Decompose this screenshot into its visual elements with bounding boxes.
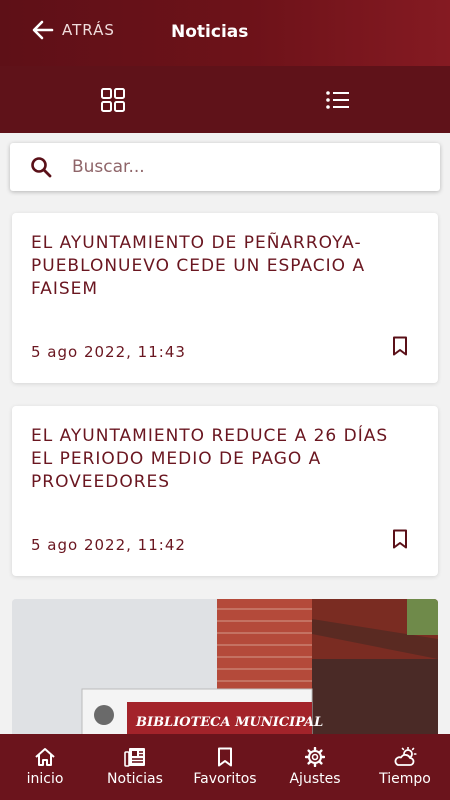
app-header: ATRÁS Noticias — [0, 0, 450, 66]
gear-icon — [305, 747, 325, 767]
search-icon — [30, 156, 52, 178]
weather-icon — [394, 747, 417, 766]
bottom-navigation: inicio Noticias Favoritos Ajustes Tiempo — [0, 734, 450, 800]
grid-icon — [100, 87, 125, 112]
list-icon — [325, 90, 349, 109]
back-label: ATRÁS — [62, 21, 115, 39]
news-title: EL AYUNTAMIENTO DE PEÑARROYA-PUEBLONUEVO… — [31, 233, 366, 299]
arrow-left-icon — [32, 20, 54, 40]
nav-label: Favoritos — [193, 771, 257, 787]
news-card-image[interactable]: BIBLIOTECA MUNICIPAL — [12, 599, 438, 739]
nav-label: inicio — [26, 771, 64, 787]
nav-item-ajustes[interactable]: Ajustes — [274, 747, 356, 787]
nav-item-tiempo[interactable]: Tiempo — [364, 747, 446, 787]
search-bar — [10, 143, 440, 191]
search-input[interactable] — [72, 157, 402, 177]
list-view-button[interactable] — [225, 66, 450, 133]
view-toggle-bar — [0, 66, 450, 133]
bookmark-icon[interactable] — [392, 529, 408, 553]
news-title: EL AYUNTAMIENTO REDUCE A 26 DÍAS EL PERI… — [31, 426, 389, 492]
nav-item-inicio[interactable]: inicio — [4, 747, 86, 787]
news-card[interactable]: EL AYUNTAMIENTO DE PEÑARROYA-PUEBLONUEVO… — [12, 213, 438, 383]
page-title: Noticias — [171, 22, 249, 42]
nav-item-favoritos[interactable]: Favoritos — [184, 747, 266, 787]
news-date: 5 ago 2022, 11:43 — [31, 343, 186, 361]
bookmark-icon[interactable] — [392, 336, 408, 360]
nav-label: Ajustes — [289, 771, 341, 787]
bookmark-icon — [218, 747, 232, 767]
nav-label: Noticias — [107, 771, 163, 787]
grid-view-button[interactable] — [0, 66, 225, 133]
back-button[interactable]: ATRÁS — [32, 20, 115, 40]
home-icon — [35, 748, 55, 766]
news-card[interactable]: EL AYUNTAMIENTO REDUCE A 26 DÍAS EL PERI… — [12, 406, 438, 576]
sign-text: BIBLIOTECA MUNICIPAL — [135, 715, 323, 730]
nav-item-noticias[interactable]: Noticias — [94, 747, 176, 787]
nav-label: Tiempo — [379, 771, 431, 787]
news-photo: BIBLIOTECA MUNICIPAL — [12, 599, 438, 739]
newspaper-icon — [124, 748, 145, 767]
news-date: 5 ago 2022, 11:42 — [31, 536, 186, 554]
